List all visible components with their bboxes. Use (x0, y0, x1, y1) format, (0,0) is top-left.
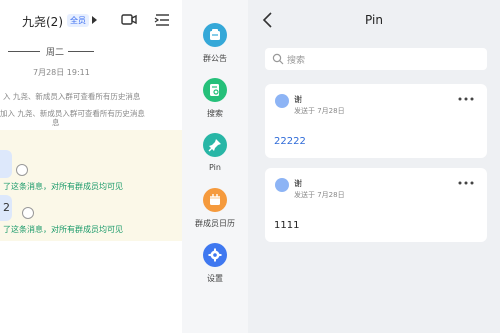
page-title: Pin (365, 13, 383, 27)
search-doc-icon (203, 78, 227, 102)
calendar-icon (203, 188, 227, 212)
pin-card[interactable]: 谢 发送于 7月28日 1111 (265, 168, 487, 242)
pin-card[interactable]: 谢 发送于 7月28日 22222 (265, 84, 487, 158)
pin-notice: 了这条消息，对所有群成员均可见 (3, 225, 123, 234)
more-options-icon[interactable] (458, 96, 474, 102)
pin-icon (203, 133, 227, 157)
avatar (275, 178, 289, 192)
menu-item-label: Pin (209, 163, 221, 172)
select-radio[interactable] (22, 207, 34, 219)
expand-arrow-icon[interactable] (92, 16, 97, 24)
menu-item-settings[interactable]: 设置 (182, 243, 248, 289)
chat-pane: 九尧(2) 全员 周二 7月28日 19:11 入 九尧、新成员入群可查看所有历… (0, 0, 182, 333)
system-message: 息 (52, 118, 60, 127)
pin-content[interactable]: 1111 (274, 220, 299, 231)
menu-item-search[interactable]: 搜索 (182, 78, 248, 124)
menu-item-label: 群成员日历 (195, 219, 235, 228)
menu-item-label: 搜索 (207, 109, 223, 118)
menu-item-calendar[interactable]: 群成员日历 (182, 188, 248, 234)
menu-item-label: 设置 (207, 274, 223, 283)
pin-panel: Pin 搜索 谢 发送于 7月28日 22222 谢 发送于 7月28日 111… (248, 0, 500, 333)
pin-sent-time: 发送于 7月28日 (294, 191, 345, 199)
menu-item-label: 群公告 (203, 54, 227, 63)
menu-list-icon[interactable] (154, 13, 170, 27)
all-members-badge: 全员 (67, 14, 89, 27)
search-placeholder: 搜索 (287, 56, 306, 66)
day-separator: 周二 (0, 45, 100, 58)
menu-item-pin[interactable]: Pin (182, 133, 248, 179)
system-message: 加入 九尧、新成员入群可查看所有历史消息 (0, 109, 145, 118)
group-menu: 群公告 搜索 Pin 群成员日历 设置 (182, 0, 248, 333)
select-radio[interactable] (16, 164, 28, 176)
chat-header: 九尧(2) 全员 (0, 0, 182, 40)
system-message: 入 九尧、新成员入群可查看所有历史消息 (3, 92, 141, 101)
search-input[interactable]: 搜索 (265, 48, 487, 70)
pin-sent-time: 发送于 7月28日 (294, 107, 345, 115)
announcement-icon (203, 23, 227, 47)
video-call-icon[interactable] (121, 13, 137, 26)
message-timestamp: 7月28日 19:11 (33, 68, 90, 77)
message-text: 2 (3, 201, 10, 214)
message-bubble[interactable] (0, 150, 12, 178)
search-icon (272, 53, 284, 65)
day-separator-label: 周二 (46, 48, 65, 58)
menu-item-announcement[interactable]: 群公告 (182, 23, 248, 69)
more-options-icon[interactable] (458, 180, 474, 186)
pin-author: 谢 (294, 179, 302, 188)
pin-author: 谢 (294, 95, 302, 104)
pin-notice: 了这条消息，对所有群成员均可见 (3, 182, 123, 191)
pin-content[interactable]: 22222 (274, 136, 306, 147)
avatar (275, 94, 289, 108)
chat-title[interactable]: 九尧(2) (22, 13, 63, 30)
gear-icon (203, 243, 227, 267)
